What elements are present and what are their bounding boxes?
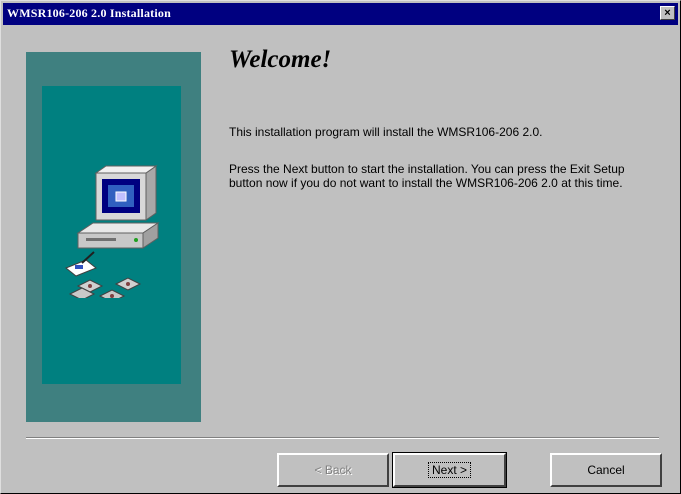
button-separator <box>26 437 659 439</box>
title-bar[interactable]: WMSR106-206 2.0 Installation × <box>3 3 678 25</box>
intro-text: This installation program will install t… <box>229 125 543 139</box>
close-button[interactable]: × <box>660 6 675 20</box>
side-art-panel <box>26 52 201 422</box>
window-title: WMSR106-206 2.0 Installation <box>7 6 171 20</box>
computer-install-icon <box>65 165 160 298</box>
instructions-text: Press the Next button to start the insta… <box>229 162 625 190</box>
side-art-inner <box>42 86 181 384</box>
close-icon: × <box>664 7 671 19</box>
next-button[interactable]: Next > <box>392 452 507 488</box>
cancel-button-label: Cancel <box>587 463 625 477</box>
back-button-label: < Back <box>314 463 352 477</box>
welcome-heading: Welcome! <box>229 46 332 73</box>
cancel-button[interactable]: Cancel <box>550 453 662 487</box>
next-button-label: Next > <box>427 462 471 478</box>
installer-window: WMSR106-206 2.0 Installation × Welcome! … <box>0 0 681 494</box>
back-button[interactable]: < Back <box>277 453 389 487</box>
